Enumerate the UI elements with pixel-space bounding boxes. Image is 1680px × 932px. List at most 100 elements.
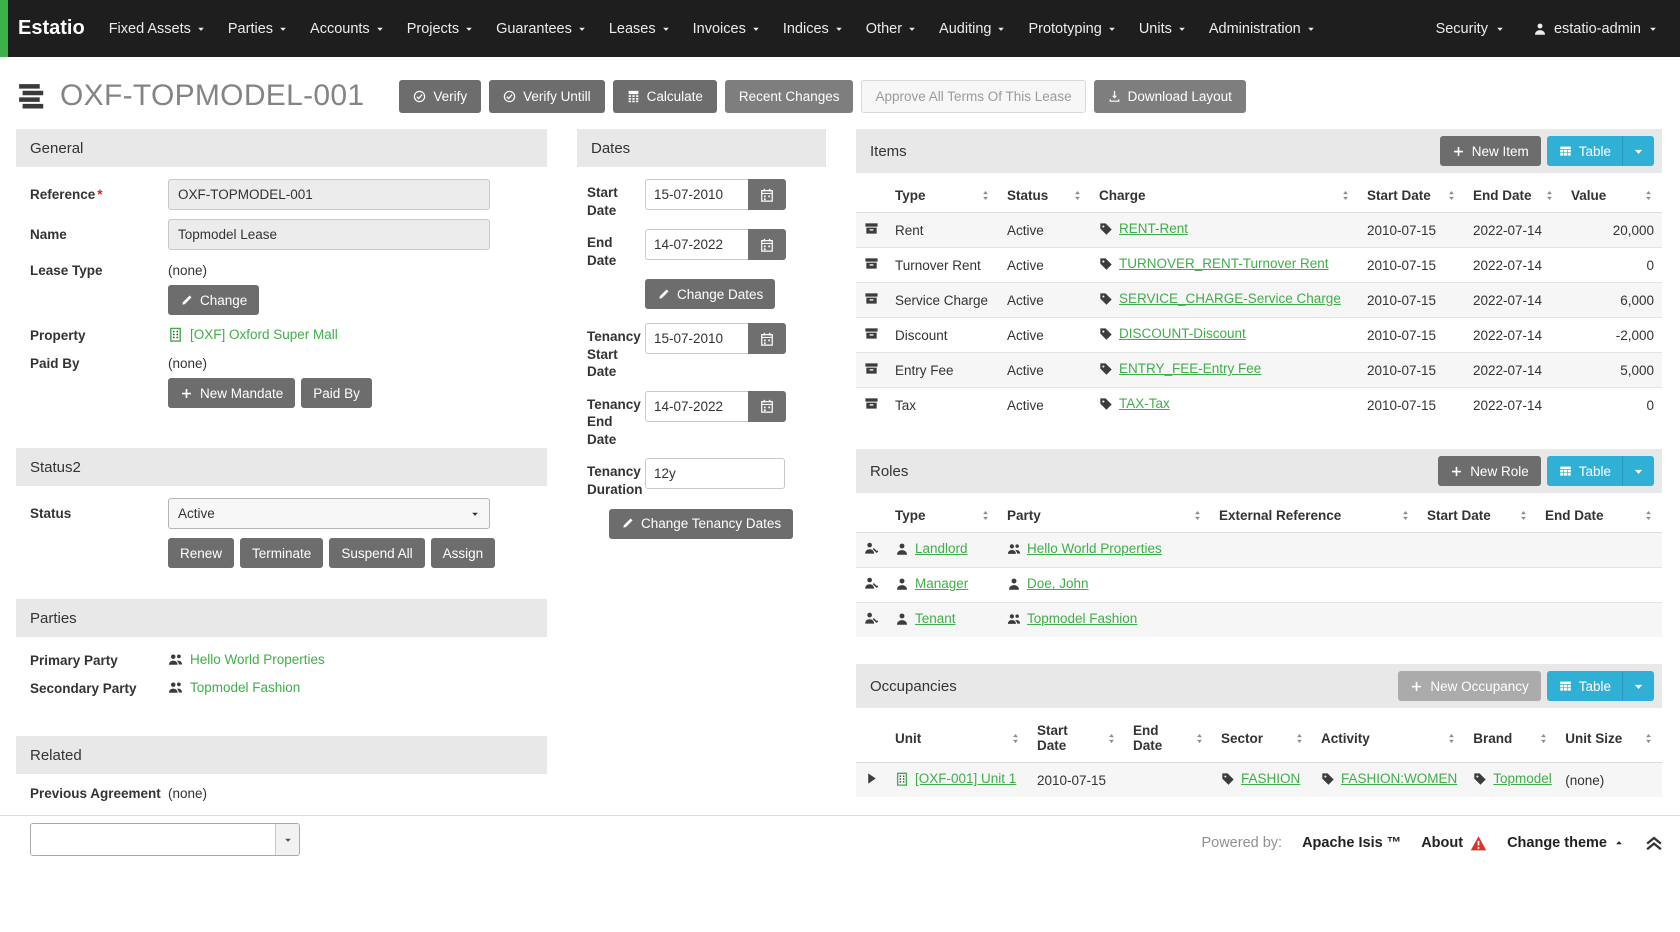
footer-combobox-input[interactable]	[31, 824, 275, 855]
role-row[interactable]: Manager Doe, John	[856, 568, 1662, 603]
sort-icon[interactable]	[1192, 510, 1203, 521]
items-table-caret-button[interactable]	[1623, 136, 1654, 166]
activity-link[interactable]: FASHION:WOMEN	[1321, 771, 1457, 786]
menu-guarantees[interactable]: Guarantees	[496, 21, 587, 37]
tenancy-end-calendar-button[interactable]	[748, 391, 786, 422]
scroll-top-icon[interactable]	[1644, 833, 1664, 853]
role-type-link[interactable]: Landlord	[895, 541, 968, 556]
item-row[interactable]: Tax Active TAX-Tax 2010-07-15 2022-07-14…	[856, 388, 1662, 423]
roles-table-button[interactable]: Table	[1547, 456, 1623, 486]
role-type-link[interactable]: Manager	[895, 576, 968, 591]
paid-by-button[interactable]: Paid By	[301, 378, 372, 408]
sector-link[interactable]: FASHION	[1221, 771, 1300, 786]
footer-combobox[interactable]	[30, 823, 300, 856]
charge-link[interactable]: SERVICE_CHARGE-Service Charge	[1099, 291, 1341, 306]
tenancy-duration-input[interactable]	[645, 458, 785, 489]
occupancies-col-sector[interactable]: Sector	[1213, 714, 1313, 763]
items-col-status[interactable]: Status	[999, 179, 1091, 213]
sort-icon[interactable]	[1400, 510, 1411, 521]
role-row[interactable]: Landlord Hello World Properties	[856, 533, 1662, 568]
recent-changes-button[interactable]: Recent Changes	[725, 80, 854, 113]
end-date-input[interactable]	[645, 229, 748, 260]
sort-icon[interactable]	[1643, 733, 1654, 744]
occupancies-table-button[interactable]: Table	[1547, 671, 1623, 701]
charge-link[interactable]: RENT-Rent	[1099, 221, 1188, 236]
calculate-button[interactable]: Calculate	[613, 80, 717, 113]
start-date-input[interactable]	[645, 179, 748, 210]
verify-until-button[interactable]: Verify Untill	[489, 80, 605, 113]
occupancies-col-unit[interactable]: Unit	[887, 714, 1029, 763]
download-layout-button[interactable]: Download Layout	[1094, 80, 1246, 113]
suspend-all-button[interactable]: Suspend All	[329, 538, 424, 568]
role-row[interactable]: Tenant Topmodel Fashion	[856, 603, 1662, 638]
roles-col-party[interactable]: Party	[999, 499, 1211, 533]
sort-icon[interactable]	[1518, 510, 1529, 521]
sort-icon[interactable]	[1072, 190, 1083, 201]
user-menu[interactable]: estatio-admin	[1533, 21, 1658, 37]
change-lease-type-button[interactable]: Change	[168, 285, 259, 315]
sort-icon[interactable]	[1010, 733, 1021, 744]
sort-icon[interactable]	[1194, 733, 1205, 744]
occupancies-col-end-date[interactable]: End Date	[1125, 714, 1213, 763]
end-date-calendar-button[interactable]	[748, 229, 786, 260]
role-type-link[interactable]: Tenant	[895, 611, 956, 626]
item-row[interactable]: Rent Active RENT-Rent 2010-07-15 2022-07…	[856, 213, 1662, 248]
items-col-value[interactable]: Value	[1563, 179, 1662, 213]
about-link[interactable]: About	[1421, 835, 1487, 852]
new-occupancy-button[interactable]: New Occupancy	[1398, 671, 1540, 701]
item-row[interactable]: Service Charge Active SERVICE_CHARGE-Ser…	[856, 283, 1662, 318]
menu-administration[interactable]: Administration	[1209, 21, 1316, 37]
item-row[interactable]: Discount Active DISCOUNT-Discount 2010-0…	[856, 318, 1662, 353]
sort-icon[interactable]	[1340, 190, 1351, 201]
menu-other[interactable]: Other	[866, 21, 917, 37]
occupancies-col-unit-size[interactable]: Unit Size	[1557, 714, 1662, 763]
charge-link[interactable]: ENTRY_FEE-Entry Fee	[1099, 361, 1261, 376]
charge-link[interactable]: TAX-Tax	[1099, 396, 1170, 411]
sort-icon[interactable]	[1544, 190, 1555, 201]
brand-link[interactable]: Topmodel	[1473, 771, 1552, 786]
items-col-charge[interactable]: Charge	[1091, 179, 1359, 213]
occupancies-table-caret-button[interactable]	[1623, 671, 1654, 701]
role-party-link[interactable]: Topmodel Fashion	[1007, 611, 1137, 626]
menu-parties[interactable]: Parties	[228, 21, 288, 37]
reference-input[interactable]	[168, 179, 490, 210]
roles-col-end-date[interactable]: End Date	[1537, 499, 1662, 533]
change-theme-menu[interactable]: Change theme	[1507, 835, 1624, 851]
menu-indices[interactable]: Indices	[783, 21, 844, 37]
brand-logo[interactable]: Estatio	[18, 17, 85, 40]
sort-icon[interactable]	[980, 510, 991, 521]
occupancies-col-activity[interactable]: Activity	[1313, 714, 1465, 763]
occupancy-row[interactable]: [OXF-001] Unit 1 2010-07-15 FASHION FASH…	[856, 763, 1662, 798]
roles-col-type[interactable]: Type	[887, 499, 999, 533]
terminate-button[interactable]: Terminate	[240, 538, 323, 568]
items-col-start-date[interactable]: Start Date	[1359, 179, 1465, 213]
sort-icon[interactable]	[1446, 190, 1457, 201]
secondary-party-link[interactable]: Topmodel Fashion	[168, 677, 300, 695]
charge-link[interactable]: TURNOVER_RENT-Turnover Rent	[1099, 256, 1329, 271]
tenancy-start-input[interactable]	[645, 323, 748, 354]
item-row[interactable]: Turnover Rent Active TURNOVER_RENT-Turno…	[856, 248, 1662, 283]
apache-isis-link[interactable]: Apache Isis ™	[1302, 835, 1401, 851]
expand-row-icon[interactable]	[864, 771, 879, 786]
item-row[interactable]: Entry Fee Active ENTRY_FEE-Entry Fee 201…	[856, 353, 1662, 388]
property-link[interactable]: [OXF] Oxford Super Mall	[168, 324, 338, 342]
roles-col-start-date[interactable]: Start Date	[1419, 499, 1537, 533]
menu-units[interactable]: Units	[1139, 21, 1187, 37]
menu-projects[interactable]: Projects	[407, 21, 474, 37]
approve-all-terms-button[interactable]: Approve All Terms Of This Lease	[861, 80, 1085, 113]
renew-button[interactable]: Renew	[168, 538, 234, 568]
sort-icon[interactable]	[1446, 733, 1457, 744]
menu-fixed-assets[interactable]: Fixed Assets	[109, 21, 206, 37]
menu-security[interactable]: Security	[1436, 21, 1505, 37]
menu-accounts[interactable]: Accounts	[310, 21, 385, 37]
sort-icon[interactable]	[1643, 190, 1654, 201]
tenancy-end-input[interactable]	[645, 391, 748, 422]
sort-icon[interactable]	[1643, 510, 1654, 521]
change-tenancy-dates-button[interactable]: Change Tenancy Dates	[609, 509, 793, 539]
occupancies-col-start-date[interactable]: Start Date	[1029, 714, 1125, 763]
footer-combobox-caret[interactable]	[275, 824, 299, 855]
new-role-button[interactable]: New Role	[1438, 456, 1541, 486]
menu-prototyping[interactable]: Prototyping	[1028, 21, 1116, 37]
name-input[interactable]	[168, 219, 490, 250]
sort-icon[interactable]	[980, 190, 991, 201]
